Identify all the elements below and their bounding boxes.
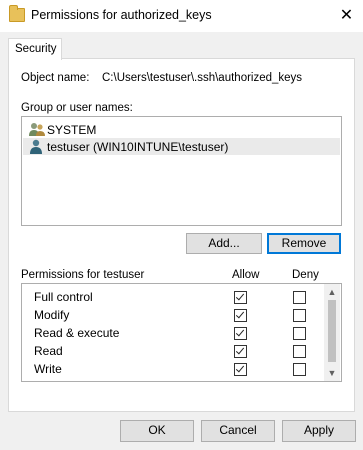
list-item-label: SYSTEM [47, 123, 97, 137]
permission-row-modify: Modify [22, 306, 322, 324]
allow-checkbox[interactable] [234, 309, 247, 322]
deny-checkbox[interactable] [293, 291, 306, 304]
deny-checkbox[interactable] [293, 309, 306, 322]
scroll-down-icon[interactable]: ▼ [324, 367, 340, 379]
permission-name: Read & execute [34, 326, 120, 340]
list-item-system[interactable]: SYSTEM [23, 121, 340, 138]
add-button[interactable]: Add... [186, 233, 262, 254]
permission-row-read: Read [22, 342, 322, 360]
ok-button[interactable]: OK [120, 420, 194, 442]
tab-security-label: Security [15, 43, 57, 55]
close-icon: ✕ [339, 7, 354, 24]
apply-button[interactable]: Apply [282, 420, 356, 442]
permissions-list: Full control Modify Read & execute Read … [21, 283, 342, 382]
deny-checkbox[interactable] [293, 345, 306, 358]
list-item-testuser[interactable]: testuser (WIN10INTUNE\testuser) [23, 138, 340, 155]
remove-button[interactable]: Remove [267, 233, 341, 254]
close-button[interactable]: ✕ [330, 0, 363, 32]
permission-name: Write [34, 362, 62, 376]
deny-checkbox[interactable] [293, 327, 306, 340]
allow-checkbox[interactable] [234, 363, 247, 376]
users-group-icon [29, 123, 45, 136]
object-name-value: C:\Users\testuser\.ssh\authorized_keys [102, 72, 303, 84]
list-item-label: testuser (WIN10INTUNE\testuser) [47, 140, 229, 154]
permission-row-write: Write [22, 360, 322, 378]
permissions-label: Permissions for testuser [21, 269, 145, 281]
folder-icon [9, 5, 25, 22]
user-icon [30, 139, 42, 154]
permission-name: Modify [34, 308, 70, 322]
allow-checkbox[interactable] [234, 327, 247, 340]
scroll-up-icon[interactable]: ▲ [324, 286, 340, 298]
permission-row-full-control: Full control [22, 288, 322, 306]
cancel-button[interactable]: Cancel [201, 420, 275, 442]
tab-security[interactable]: Security [8, 38, 62, 60]
permission-name: Read [34, 344, 63, 358]
deny-column-header: Deny [292, 269, 319, 281]
window-title: Permissions for authorized_keys [31, 8, 212, 22]
group-user-list[interactable]: SYSTEM testuser (WIN10INTUNE\testuser) [21, 116, 342, 226]
permission-name: Full control [34, 290, 93, 304]
allow-checkbox[interactable] [234, 291, 247, 304]
permission-row-read-execute: Read & execute [22, 324, 322, 342]
object-name-label: Object name: [21, 72, 90, 84]
group-names-label: Group or user names: [21, 102, 133, 114]
scroll-thumb[interactable] [328, 300, 336, 362]
deny-checkbox[interactable] [293, 363, 306, 376]
scrollbar[interactable]: ▲ ▼ [324, 284, 340, 381]
allow-checkbox[interactable] [234, 345, 247, 358]
allow-column-header: Allow [232, 269, 260, 281]
